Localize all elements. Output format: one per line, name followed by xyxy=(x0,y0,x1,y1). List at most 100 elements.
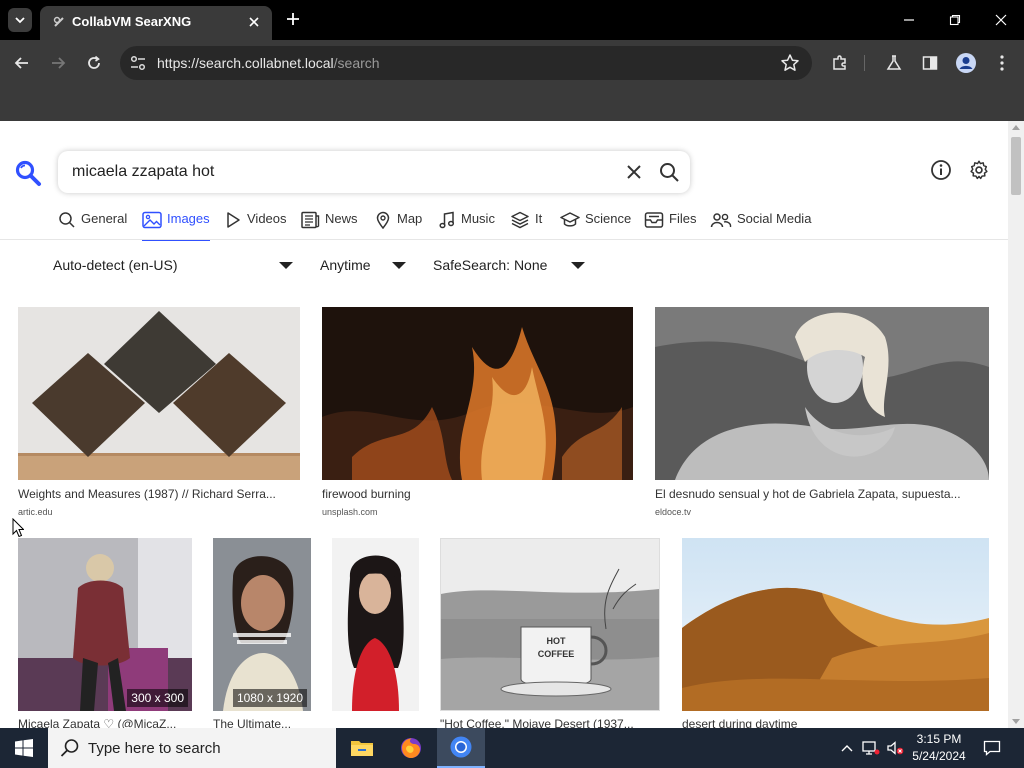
category-divider xyxy=(0,239,1008,240)
tab-close-button[interactable] xyxy=(244,12,264,32)
close-icon xyxy=(995,14,1007,26)
result-thumbnail[interactable] xyxy=(655,307,989,480)
taskbar-app-file-explorer[interactable] xyxy=(338,728,386,768)
image-result[interactable]: firewood burning unsplash.com xyxy=(322,307,633,527)
result-thumbnail-picture xyxy=(322,307,633,480)
people-icon xyxy=(710,213,732,228)
url-host: https://search.collabnet.local xyxy=(157,55,334,71)
search-icon[interactable] xyxy=(658,161,680,183)
back-button[interactable] xyxy=(10,51,34,75)
tab-files[interactable]: Files xyxy=(644,211,696,241)
profile-button[interactable] xyxy=(954,51,978,75)
tab-videos[interactable]: Videos xyxy=(224,211,287,241)
minimize-icon xyxy=(904,19,914,21)
gear-icon[interactable] xyxy=(968,159,990,181)
result-title[interactable]: "Hot Coffee," Mojave Desert (1937... xyxy=(440,717,660,728)
tab-music[interactable]: Music xyxy=(438,211,495,241)
result-title[interactable]: Micaela Zapata ♡ (@MicaZ... xyxy=(18,717,192,728)
scroll-up-arrow-icon[interactable] xyxy=(1012,125,1020,130)
svg-text:COFFEE: COFFEE xyxy=(538,649,575,659)
star-icon[interactable] xyxy=(780,53,800,73)
image-result[interactable]: Weights and Measures (1987) // Richard S… xyxy=(18,307,300,527)
tab-general[interactable]: General xyxy=(58,211,127,241)
scroll-thumb[interactable] xyxy=(1011,137,1021,195)
image-result[interactable]: 1080 x 1920 The Ultimate... xyxy=(213,538,311,728)
image-result[interactable]: desert during daytime xyxy=(682,538,989,728)
result-thumbnail[interactable] xyxy=(682,538,989,711)
result-thumbnail[interactable]: 1080 x 1920 xyxy=(213,538,311,711)
page-scrollbar[interactable] xyxy=(1008,121,1024,728)
language-select[interactable]: Auto-detect (en-US) xyxy=(53,257,178,273)
result-title[interactable]: Weights and Measures (1987) // Richard S… xyxy=(18,487,300,501)
tab-search-menu-button[interactable] xyxy=(8,8,32,32)
image-result[interactable]: El desnudo sensual y hot de Gabriela Zap… xyxy=(655,307,989,527)
search-input[interactable]: micaela zzapata hot xyxy=(72,163,214,181)
extensions-button[interactable] xyxy=(828,51,852,75)
image-dimensions-badge: 1080 x 1920 xyxy=(232,689,307,707)
address-bar[interactable]: https://search.collabnet.local/search xyxy=(120,46,812,80)
arrow-right-icon xyxy=(52,57,66,69)
start-button[interactable] xyxy=(0,728,48,768)
taskbar-app-firefox[interactable] xyxy=(387,728,435,768)
tab-images[interactable]: Images xyxy=(142,211,210,241)
result-source: artic.edu xyxy=(18,507,53,517)
taskbar-app-chrome[interactable] xyxy=(437,728,485,768)
browser-menu-button[interactable] xyxy=(990,51,1014,75)
labs-button[interactable] xyxy=(882,51,906,75)
caret-down-icon[interactable] xyxy=(392,262,406,269)
windows-taskbar: Type here to search 3:15 PM 5/24/2024 xyxy=(0,728,1024,768)
result-thumbnail-picture: HOT COFFEE xyxy=(441,539,659,710)
restore-button[interactable] xyxy=(932,0,978,40)
tab-it[interactable]: It xyxy=(510,211,542,241)
show-hidden-icons-button[interactable] xyxy=(838,728,856,768)
result-thumbnail-picture xyxy=(655,307,989,480)
taskbar-clock[interactable]: 3:15 PM 5/24/2024 xyxy=(908,731,970,765)
reload-button[interactable] xyxy=(82,51,106,75)
image-result[interactable]: HOT COFFEE "Hot Coffee," Mojave Desert (… xyxy=(440,538,660,728)
tab-social-media[interactable]: Social Media xyxy=(710,211,811,241)
browser-tab-active[interactable]: CollabVM SearXNG xyxy=(40,6,272,40)
network-icon xyxy=(862,741,880,755)
result-thumbnail[interactable] xyxy=(332,538,419,711)
close-window-button[interactable] xyxy=(978,0,1024,40)
result-title[interactable]: The Ultimate... xyxy=(213,717,311,728)
tab-science[interactable]: Science xyxy=(560,211,631,241)
tab-map[interactable]: Map xyxy=(374,211,422,241)
side-panel-button[interactable] xyxy=(918,51,942,75)
result-title[interactable]: firewood burning xyxy=(322,487,633,501)
result-thumbnail[interactable]: HOT COFFEE xyxy=(440,538,660,711)
result-source: eldoce.tv xyxy=(655,507,692,517)
time-range-select[interactable]: Anytime xyxy=(320,257,371,273)
forward-button[interactable] xyxy=(46,51,70,75)
searxng-logo-icon[interactable] xyxy=(14,159,42,187)
clear-search-icon[interactable] xyxy=(624,162,644,182)
scroll-down-arrow-icon[interactable] xyxy=(1012,719,1020,724)
caret-down-icon[interactable] xyxy=(571,262,585,269)
folder-icon xyxy=(351,741,373,756)
tab-news[interactable]: News xyxy=(300,211,358,241)
firefox-icon xyxy=(401,738,421,758)
result-thumbnail[interactable]: 300 x 300 xyxy=(18,538,192,711)
notifications-button[interactable] xyxy=(978,728,1006,768)
result-title[interactable]: desert during daytime xyxy=(682,717,989,728)
taskbar-search-box[interactable]: Type here to search xyxy=(48,728,336,768)
caret-down-icon[interactable] xyxy=(279,262,293,269)
image-result[interactable] xyxy=(332,538,419,728)
result-thumbnail[interactable] xyxy=(322,307,633,480)
info-icon[interactable] xyxy=(930,159,952,181)
new-tab-button[interactable] xyxy=(282,8,304,30)
image-icon xyxy=(142,211,162,229)
tab-label: Music xyxy=(461,211,495,226)
volume-button[interactable] xyxy=(884,728,906,768)
network-status-button[interactable] xyxy=(860,728,882,768)
result-title[interactable]: El desnudo sensual y hot de Gabriela Zap… xyxy=(655,487,989,501)
result-thumbnail[interactable] xyxy=(18,307,300,480)
image-result[interactable]: 300 x 300 Micaela Zapata ♡ (@MicaZ... xyxy=(18,538,192,728)
search-icon xyxy=(59,212,75,228)
tab-strip: CollabVM SearXNG xyxy=(0,0,1024,40)
result-thumbnail-picture xyxy=(18,538,192,711)
clock-time: 3:15 PM xyxy=(916,732,962,746)
safesearch-select[interactable]: SafeSearch: None xyxy=(433,257,547,273)
minimize-button[interactable] xyxy=(886,0,932,40)
result-thumbnail-picture xyxy=(332,538,419,711)
